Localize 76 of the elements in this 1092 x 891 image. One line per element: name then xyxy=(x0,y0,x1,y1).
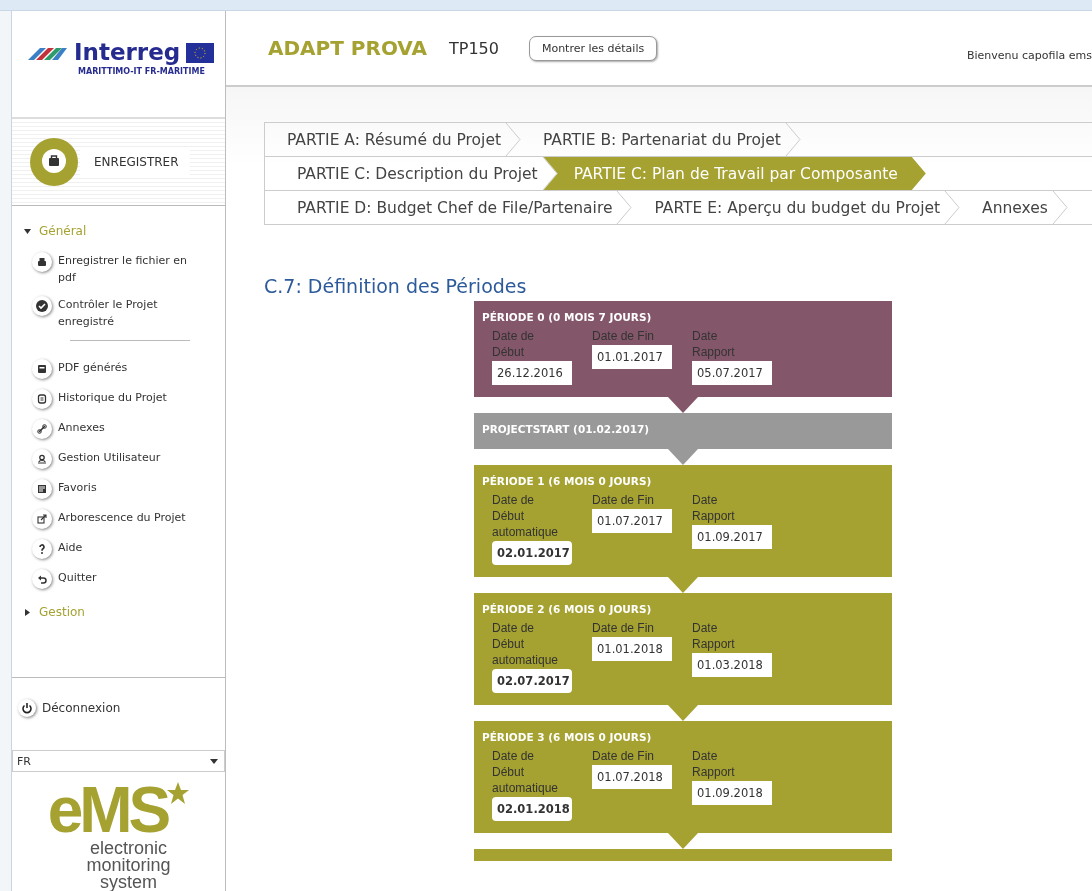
date-field[interactable]: 02.01.2018 xyxy=(492,797,572,821)
field-label: Date de Fin xyxy=(592,748,656,764)
date-field[interactable]: 26.12.2016 xyxy=(492,361,572,385)
tab[interactable]: Annexes xyxy=(960,191,1052,224)
date-field[interactable]: 01.07.2017 xyxy=(592,509,672,533)
tab[interactable]: PARTE E: Aperçu du budget du Projet xyxy=(632,191,945,224)
welcome-text: Bienvenu capofila ems xyxy=(967,48,1092,62)
details-button[interactable]: Montrer les détails xyxy=(528,35,658,61)
field-label: Date Rapport xyxy=(692,620,736,652)
date-field[interactable]: 01.09.2018 xyxy=(692,781,772,805)
caret-right-icon[interactable] xyxy=(24,608,31,616)
menu-item[interactable]: Arborescence du Projet xyxy=(58,509,186,526)
external-link-icon[interactable] xyxy=(32,509,52,529)
field-label: Date de Début xyxy=(492,328,536,360)
project-title: ADAPT PROVA xyxy=(268,36,427,60)
date-field[interactable]: 05.07.2017 xyxy=(692,361,772,385)
date-field[interactable]: 01.09.2017 xyxy=(692,525,772,549)
caret-down-icon[interactable] xyxy=(24,227,31,235)
field-label: Date de Fin xyxy=(592,492,656,508)
field-label: Date de Fin xyxy=(592,620,656,636)
period-title: PÉRIODE 2 (6 MOIS 0 JOURS) xyxy=(482,603,653,615)
date-field[interactable]: 01.03.2018 xyxy=(692,653,772,677)
field-label: Date de Fin xyxy=(592,328,656,344)
field-label: Date Rapport xyxy=(692,328,736,360)
project-code: TP150 xyxy=(448,38,499,58)
section-heading: C.7: Définition des Périodes xyxy=(264,275,528,297)
printer-icon[interactable] xyxy=(32,252,52,272)
caret-icon xyxy=(210,758,218,764)
menu-item[interactable]: Contrôler le Projet enregistré xyxy=(58,296,198,330)
logout-link[interactable]: Déconnexion xyxy=(42,701,121,716)
period-title: PÉRIODE 0 (0 MOIS 7 JOURS) xyxy=(482,311,653,323)
logo-tagline: monitoring xyxy=(86,857,171,874)
menu-item[interactable]: PDF générés xyxy=(58,359,128,376)
check-icon[interactable] xyxy=(32,296,52,316)
star-icon xyxy=(167,782,190,805)
date-field[interactable]: 02.07.2017 xyxy=(492,669,572,693)
link-icon[interactable] xyxy=(32,419,52,439)
save-button[interactable]: ENREGISTRER xyxy=(80,149,190,175)
period-title: PÉRIODE 1 (6 MOIS 0 JOURS) xyxy=(482,475,653,487)
logo-name: Interreg xyxy=(74,41,181,64)
ems-logo-mark: eMS xyxy=(47,782,168,840)
help-icon[interactable] xyxy=(32,539,52,559)
date-field[interactable]: 02.01.2017 xyxy=(492,541,572,565)
menu-item[interactable]: Annexes xyxy=(58,419,105,436)
menu-item[interactable]: Gestion Utilisateur xyxy=(58,449,161,466)
user-icon[interactable] xyxy=(32,449,52,469)
document-icon[interactable] xyxy=(32,359,52,379)
date-field[interactable]: 01.01.2017 xyxy=(592,345,672,369)
logo-subtitle: MARITTIMO-IT FR-MARITIME xyxy=(78,67,206,76)
tab[interactable]: PARTIE B: Partenariat du Projet xyxy=(521,123,785,156)
date-field[interactable]: 01.07.2018 xyxy=(592,765,672,789)
language-select[interactable]: FR xyxy=(12,750,225,773)
tab[interactable]: PARTIE C: Description du Projet xyxy=(275,157,542,190)
field-label: Date Rapport xyxy=(692,748,736,780)
bag-icon xyxy=(28,136,80,188)
date-field[interactable]: 01.01.2018 xyxy=(592,637,672,661)
tab[interactable]: PARTIE A: Résumé du Projet xyxy=(265,123,505,156)
tab[interactable]: PARTIE D: Budget Chef de File/Partenaire xyxy=(275,191,617,224)
menu-item[interactable]: Favoris xyxy=(58,479,97,496)
field-label: Date de Début automatique xyxy=(492,620,560,668)
flag-icon xyxy=(186,42,215,63)
menu-item[interactable]: Quitter xyxy=(58,569,97,586)
field-label: Date de Début automatique xyxy=(492,492,560,540)
menu-item[interactable]: Historique du Projet xyxy=(58,389,167,406)
field-label: Date Rapport xyxy=(692,492,736,524)
book-icon[interactable] xyxy=(32,479,52,499)
undo-icon[interactable] xyxy=(32,569,52,589)
menu-item[interactable]: Aide xyxy=(58,539,83,556)
menu-item[interactable]: Enregistrer le fichier en pdf xyxy=(58,252,198,286)
logo-tagline: electronic xyxy=(89,840,167,857)
field-label: Date de Début automatique xyxy=(492,748,560,796)
milestone-title: PROJECTSTART (01.02.2017) xyxy=(482,423,651,435)
scroll-icon[interactable] xyxy=(32,389,52,409)
period-title: PÉRIODE 3 (6 MOIS 0 JOURS) xyxy=(482,731,653,743)
logo-tagline: system xyxy=(100,874,157,891)
power-icon[interactable] xyxy=(18,699,36,718)
